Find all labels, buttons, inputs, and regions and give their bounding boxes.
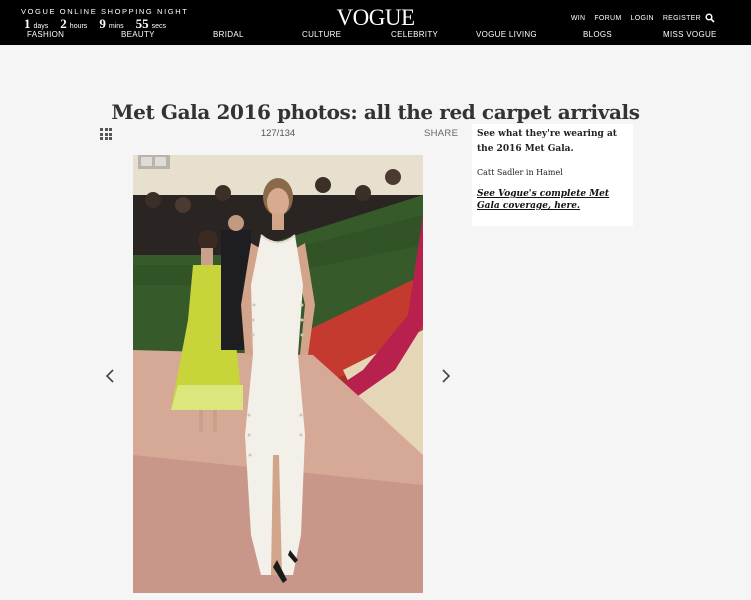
search-icon[interactable]	[705, 13, 715, 23]
vogue-logo[interactable]: VOGUE	[337, 5, 416, 30]
nav-fashion[interactable]: FASHION	[27, 30, 64, 39]
register-link[interactable]: REGISTER	[663, 15, 701, 22]
forum-link[interactable]: FORUM	[594, 15, 621, 22]
nav-beauty[interactable]: BEAUTY	[121, 30, 155, 39]
share-button[interactable]: SHARE	[424, 128, 458, 139]
gallery-photo[interactable]	[133, 155, 423, 593]
nav-culture[interactable]: CULTURE	[302, 30, 341, 39]
win-link[interactable]: WIN	[571, 15, 586, 22]
coverage-link[interactable]: See Vogue's complete Met Gala coverage, …	[477, 188, 628, 212]
main-nav: FASHION BEAUTY BRIDAL CULTURE CELEBRITY …	[0, 30, 751, 42]
nav-vogue-living[interactable]: VOGUE LIVING	[476, 30, 537, 39]
page-title: Met Gala 2016 photos: all the red carpet…	[111, 100, 640, 124]
countdown-label: secs	[151, 23, 166, 30]
red-carpet-photo	[133, 155, 423, 593]
login-link[interactable]: LOGIN	[631, 15, 654, 22]
slide-counter: 127/134	[260, 128, 296, 139]
caption-panel: See what they're wearing at the 2016 Met…	[472, 124, 633, 226]
top-bar: VOGUE ONLINE SHOPPING NIGHT 1 days 2 hou…	[0, 0, 751, 45]
countdown-label: mins	[108, 23, 124, 30]
nav-blogs[interactable]: BLOGS	[583, 30, 612, 39]
promo-title[interactable]: VOGUE ONLINE SHOPPING NIGHT	[21, 7, 188, 16]
photo-caption: Catt Sadler in Hamel	[477, 168, 563, 177]
countdown-label: hours	[69, 23, 88, 30]
nav-celebrity[interactable]: CELEBRITY	[391, 30, 438, 39]
chevron-left-icon[interactable]	[104, 368, 116, 384]
chevron-right-icon[interactable]	[440, 368, 452, 384]
nav-miss-vogue[interactable]: MISS VOGUE	[663, 30, 717, 39]
countdown-label: days	[33, 23, 49, 30]
nav-bridal[interactable]: BRIDAL	[213, 30, 244, 39]
utility-links: WIN FORUM LOGIN REGISTER	[571, 15, 701, 22]
grid-icon[interactable]	[100, 128, 112, 140]
caption-heading: See what they're wearing at the 2016 Met…	[477, 129, 617, 154]
